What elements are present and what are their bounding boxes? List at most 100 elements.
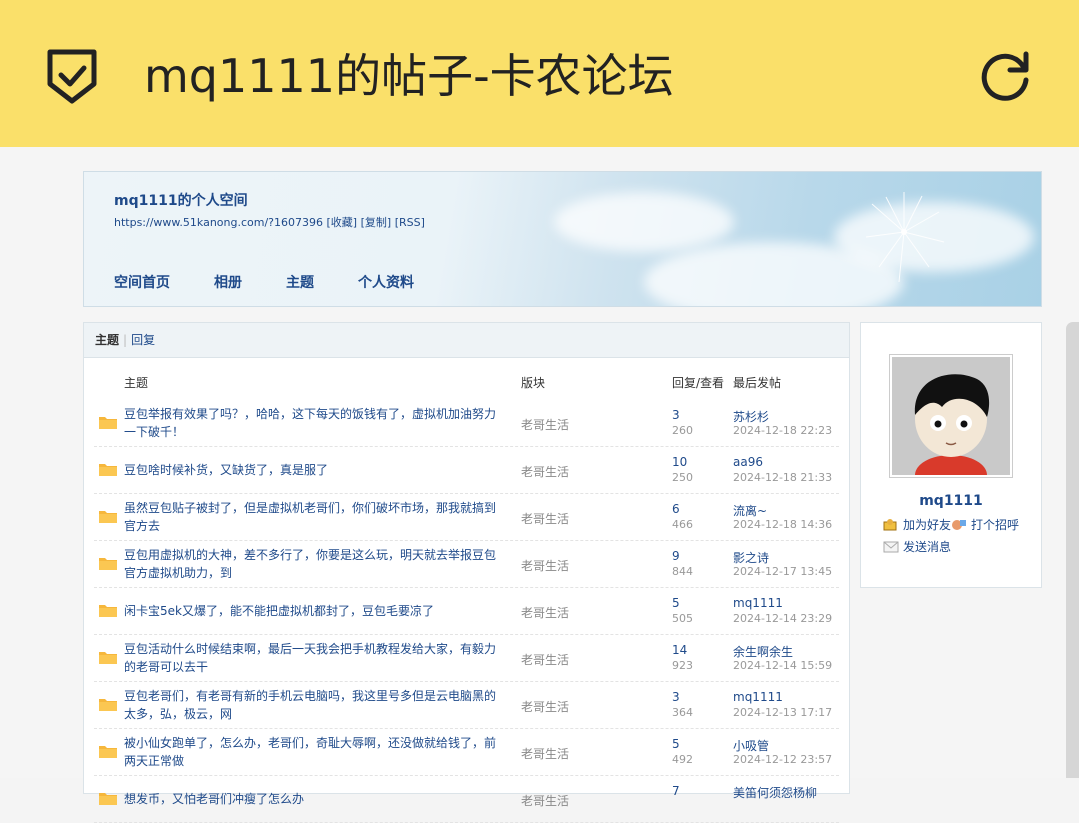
thread-views: 466	[672, 518, 693, 531]
thread-subject[interactable]: 被小仙女跑单了，怎么办，老哥们，奇耻大辱啊，还没做就给钱了，前两天正常做	[124, 729, 504, 775]
folder-icon	[99, 652, 117, 664]
thread-forum[interactable]: 老哥生活	[521, 698, 569, 715]
thread-subject[interactable]: 虽然豆包贴子被封了，但是虚拟机老哥们，你们破坏市场，那我就搞到官方去	[124, 494, 504, 540]
thread-views: 260	[672, 424, 693, 437]
col-last-post: 最后发帖	[733, 376, 782, 390]
add-friend-label: 加为好友	[903, 518, 952, 532]
col-subject: 主题	[124, 376, 149, 390]
thread-replies: 3	[672, 690, 680, 704]
thread-forum[interactable]: 老哥生活	[521, 557, 569, 574]
thread-replies: 14	[672, 643, 688, 657]
space-url[interactable]: https://www.51kanong.com/?1607396	[114, 216, 323, 229]
thread-replies: 10	[672, 455, 688, 469]
table-row: 豆包举报有效果了吗？，哈哈，这下每天的饭钱有了，虚拟机加油努力一下破千！ 老哥生活…	[94, 400, 839, 447]
thread-views: 250	[672, 471, 693, 484]
folder-icon	[99, 699, 117, 711]
shield-check-icon[interactable]	[44, 46, 100, 106]
profile-card: mq1111 加为好友 打个招呼 发送消息	[860, 322, 1042, 588]
greet-icon	[952, 519, 966, 530]
thread-subject[interactable]: 豆包活动什么时候结束啊，最后一天我会把手机教程发给大家，有毅力的老哥可以去干	[124, 635, 504, 681]
table-header: 主题 版块 回复/查看 最后发帖	[84, 358, 849, 400]
thread-subject[interactable]: 豆包举报有效果了吗？，哈哈，这下每天的饭钱有了，虚拟机加油努力一下破千！	[124, 400, 504, 446]
thread-forum[interactable]: 老哥生活	[521, 510, 569, 527]
col-stats: 回复/查看	[672, 376, 725, 390]
table-row: 想发币，又怕老哥们冲瘦了怎么办 老哥生活 7 美笛何须怨杨柳	[94, 776, 839, 823]
thread-views: 364	[672, 706, 693, 719]
thread-last-author[interactable]: mq1111	[733, 596, 783, 610]
folder-icon	[99, 793, 117, 805]
thread-last-date: 2024-12-14 23:29	[733, 612, 833, 625]
page-title: mq1111的帖子-卡农论坛	[144, 49, 674, 103]
thread-last-author[interactable]: mq1111	[733, 690, 783, 704]
table-row: 被小仙女跑单了，怎么办，老哥们，奇耻大辱啊，还没做就给钱了，前两天正常做 老哥生活…	[94, 729, 839, 776]
space-banner: mq1111的个人空间 https://www.51kanong.com/?16…	[83, 171, 1042, 307]
scrollbar[interactable]	[1066, 322, 1079, 778]
thread-last-date: 2024-12-18 21:33	[733, 471, 833, 484]
add-friend-button[interactable]: 加为好友	[883, 516, 951, 533]
thread-last-author[interactable]: aa96	[733, 455, 763, 469]
thread-subject[interactable]: 闲卡宝5ek又爆了，能不能把虚拟机都封了，豆包毛要凉了	[124, 588, 504, 634]
thread-last-author[interactable]: 小吸管	[733, 737, 769, 754]
col-forum: 版块	[521, 376, 546, 390]
thread-replies: 9	[672, 549, 680, 563]
folder-icon	[99, 558, 117, 570]
nav-album[interactable]: 相册	[214, 272, 242, 292]
thread-views: 505	[672, 612, 693, 625]
greet-button[interactable]: 打个招呼	[951, 516, 1019, 533]
nav-threads[interactable]: 主题	[286, 272, 314, 292]
avatar[interactable]	[889, 354, 1013, 495]
table-row: 豆包活动什么时候结束啊，最后一天我会把手机教程发给大家，有毅力的老哥可以去干 老哥…	[94, 635, 839, 682]
thread-subject[interactable]: 豆包啥时候补货，又缺货了，真是服了	[124, 447, 504, 493]
space-url-line: https://www.51kanong.com/?1607396 [收藏] […	[114, 214, 425, 230]
refresh-icon[interactable]	[978, 46, 1034, 102]
nav-profile[interactable]: 个人资料	[358, 272, 414, 292]
thread-panel: 主题 | 回复 主题 版块 回复/查看 最后发帖 豆包举报有效果了吗？，哈哈，这下每…	[83, 322, 850, 823]
thread-last-author[interactable]: 流离~	[733, 502, 767, 519]
thread-forum[interactable]: 老哥生活	[521, 745, 569, 762]
thread-list: 豆包举报有效果了吗？，哈哈，这下每天的饭钱有了，虚拟机加油努力一下破千！ 老哥生活…	[84, 400, 849, 823]
table-row: 虽然豆包贴子被封了，但是虚拟机老哥们，你们破坏市场，那我就搞到官方去 老哥生活 6 4…	[94, 494, 839, 541]
folder-icon	[99, 746, 117, 758]
thread-last-author[interactable]: 苏杉杉	[733, 408, 769, 425]
thread-tabs: 主题 | 回复	[84, 323, 849, 358]
space-title[interactable]: mq1111的个人空间	[114, 190, 248, 210]
nav-space-home[interactable]: 空间首页	[114, 272, 170, 292]
thread-last-author[interactable]: 影之诗	[733, 549, 769, 566]
folder-icon	[99, 464, 117, 476]
copy-link[interactable]: [复制]	[361, 216, 392, 229]
thread-replies: 6	[672, 502, 680, 516]
thread-last-author[interactable]: 余生啊余生	[733, 643, 793, 660]
folder-icon	[99, 511, 117, 523]
envelope-icon	[883, 541, 899, 552]
table-row: 豆包啥时候补货，又缺货了，真是服了 老哥生活 10 250 aa96 2024-12-18…	[94, 447, 839, 494]
thread-forum[interactable]: 老哥生活	[521, 416, 569, 433]
table-row: 豆包用虚拟机的大神，差不多行了，你要是这么玩，明天就去举报豆包官方虚拟机助力，到…	[94, 541, 839, 588]
thread-forum[interactable]: 老哥生活	[521, 604, 569, 621]
thread-forum[interactable]: 老哥生活	[521, 463, 569, 480]
tab-replies[interactable]: 回复	[131, 333, 155, 347]
favorite-link[interactable]: [收藏]	[327, 216, 358, 229]
thread-replies: 3	[672, 408, 680, 422]
send-message-label: 发送消息	[903, 540, 952, 554]
thread-last-date: 2024-12-14 15:59	[733, 659, 833, 672]
profile-username[interactable]: mq1111	[861, 493, 1041, 509]
rss-link[interactable]: [RSS]	[395, 216, 425, 229]
thread-forum[interactable]: 老哥生活	[521, 651, 569, 668]
thread-last-date: 2024-12-13 17:17	[733, 706, 833, 719]
thread-subject[interactable]: 想发币，又怕老哥们冲瘦了怎么办	[124, 776, 504, 822]
thread-last-author[interactable]: 美笛何须怨杨柳	[733, 784, 817, 801]
dandelion-icon	[865, 192, 945, 283]
thread-replies: 5	[672, 737, 680, 751]
folder-icon	[99, 417, 117, 429]
add-friend-icon	[883, 518, 897, 530]
thread-last-date: 2024-12-18 22:23	[733, 424, 833, 437]
thread-forum[interactable]: 老哥生活	[521, 792, 569, 809]
tab-threads[interactable]: 主题	[95, 333, 119, 347]
thread-views: 923	[672, 659, 693, 672]
table-row: 豆包老哥们，有老哥有新的手机云电脑吗，我这里号多但是云电脑黑的太多，弘，极云，网…	[94, 682, 839, 729]
thread-last-date: 2024-12-18 14:36	[733, 518, 833, 531]
thread-subject[interactable]: 豆包老哥们，有老哥有新的手机云电脑吗，我这里号多但是云电脑黑的太多，弘，极云，网	[124, 682, 504, 728]
thread-views: 492	[672, 753, 693, 766]
thread-subject[interactable]: 豆包用虚拟机的大神，差不多行了，你要是这么玩，明天就去举报豆包官方虚拟机助力，到	[124, 541, 504, 587]
send-message-button[interactable]: 发送消息	[883, 538, 951, 555]
